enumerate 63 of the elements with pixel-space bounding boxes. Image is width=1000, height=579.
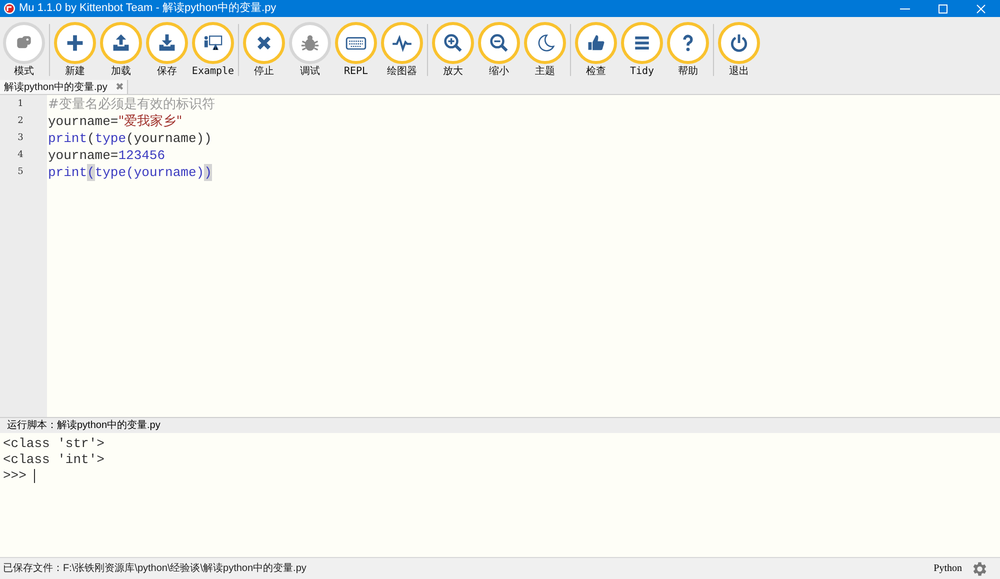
load-button[interactable] — [100, 22, 142, 64]
button-label: 主题 — [535, 66, 555, 78]
window-title: Mu 1.1.0 by Kittenbot Team - 解读python中的变量.py — [19, 0, 276, 16]
matched-bracket: ) — [204, 164, 212, 181]
zoom-out-button[interactable] — [478, 22, 520, 64]
button-label: 加载 — [111, 66, 131, 78]
output-line: >>> — [3, 468, 28, 484]
text-cursor — [34, 469, 36, 483]
repl-pane[interactable]: <class 'str'> <class 'int'> >>> — [0, 433, 1000, 557]
button-label: REPL — [344, 66, 368, 78]
button-label: 绘图器 — [387, 66, 417, 78]
line-number: 1 — [16, 98, 24, 111]
button-label: 新建 — [65, 66, 85, 78]
button-label: 保存 — [157, 66, 177, 78]
code-token: (yourname) — [126, 164, 204, 181]
button-label: 检查 — [586, 66, 606, 78]
file-tab[interactable]: 解读python中的变量.py ✖ — [0, 80, 128, 94]
line-number: 4 — [16, 149, 24, 162]
line-number: 2 — [16, 115, 24, 128]
line-number: 5 — [16, 166, 24, 179]
button-label: 模式 — [14, 66, 34, 78]
button-label: 调试 — [300, 66, 320, 78]
button-label: 帮助 — [678, 66, 698, 78]
repl-button[interactable] — [335, 22, 377, 64]
code-token: (yourname)) — [126, 130, 212, 147]
button-label: 退出 — [729, 66, 749, 78]
mode-label: Python — [934, 562, 962, 576]
check-button[interactable] — [575, 22, 617, 64]
code-token: yourname= — [48, 113, 118, 130]
output-line: <class 'str'> — [3, 436, 104, 452]
button-label: 放大 — [443, 66, 463, 78]
tab-label: 解读python中的变量.py — [4, 80, 108, 94]
tidy-button[interactable] — [621, 22, 663, 64]
output-line: <class 'int'> — [3, 452, 104, 468]
example-button[interactable] — [192, 22, 234, 64]
help-button[interactable] — [667, 22, 709, 64]
plotter-button[interactable] — [381, 22, 423, 64]
button-label: 缩小 — [489, 66, 509, 78]
save-button[interactable] — [146, 22, 188, 64]
line-number: 3 — [16, 132, 24, 145]
theme-button[interactable] — [524, 22, 566, 64]
app-logo-icon — [4, 3, 15, 14]
matched-bracket: ( — [87, 164, 95, 181]
code-token: ( — [87, 130, 95, 147]
stop-button[interactable] — [243, 22, 285, 64]
close-icon[interactable] — [976, 4, 986, 14]
code-token: type — [94, 164, 126, 181]
button-label: 停止 — [254, 66, 274, 78]
zoom-in-button[interactable] — [432, 22, 474, 64]
code-token: print — [48, 164, 88, 181]
code-token: print — [48, 130, 88, 147]
quit-button[interactable] — [718, 22, 760, 64]
button-label: Example — [192, 66, 234, 78]
code-token: #变量名必须是有效的标识符 — [48, 96, 215, 113]
code-token: "爱我家乡" — [118, 113, 182, 130]
code-editor[interactable]: #变量名必须是有效的标识符 yourname="爱我家乡" print(type(yourname)) yourname=123456 print(type(yourname)) — [47, 95, 1000, 417]
new-button[interactable] — [54, 22, 96, 64]
code-token: 123456 — [118, 147, 166, 164]
button-label: Tidy — [630, 66, 654, 78]
code-token: type — [94, 130, 126, 147]
status-message: 已保存文件：F:\张铁刚资源库\python\经验谈\解读python中的变量.py — [2, 562, 306, 576]
maximize-icon[interactable] — [938, 4, 948, 14]
code-token: yourname= — [48, 147, 118, 164]
